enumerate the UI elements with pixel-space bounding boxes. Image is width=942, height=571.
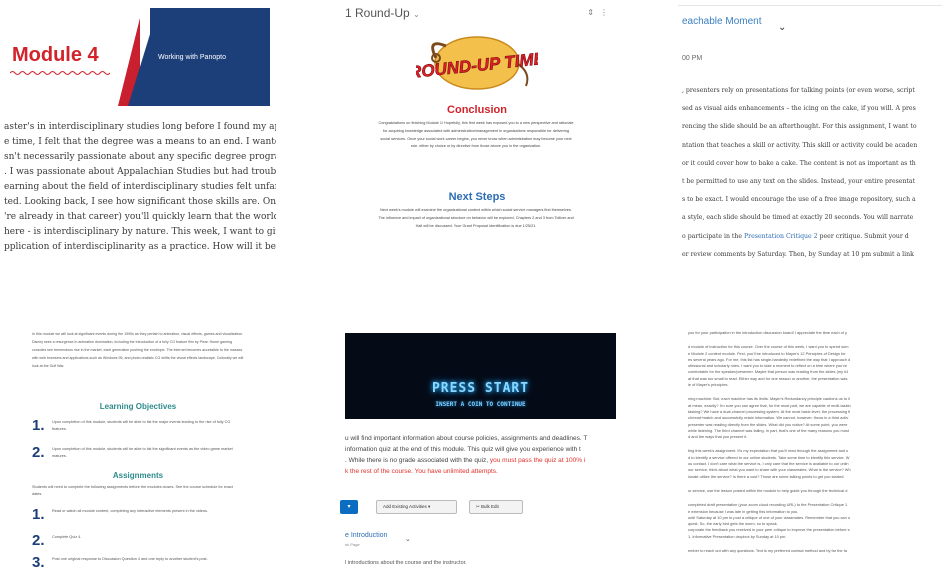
press-start-banner: PRESS START INSERT A COIN TO CONTINUE [345,333,616,419]
list-number: 2. [32,444,45,461]
text-line: ntation that teaches a skill or activity… [682,141,918,149]
instructions-body: you for your participation in the introd… [688,330,942,562]
text-line: or it could cover how to bake a cake. Th… [682,159,916,167]
chevron-down-icon[interactable]: ⌄ [405,535,411,543]
list-text: Read or watch all module content, comple… [52,509,208,513]
list-text: Post one original response to Discussion… [52,557,208,561]
text-line: 1. Informative Presentation dropbox by S… [688,533,787,539]
text-line: ionate utilize the service? Is there a c… [688,473,845,479]
text-line: a style, each slide should be timed at e… [682,214,914,222]
highlight-text: you must pass the quiz at 100% i [489,457,586,464]
teachable-moment-title[interactable]: eachable Moment [682,16,762,27]
text-line: le of Mayer's principles. [688,382,729,388]
text-line: , presenters rely on presentations for t… [682,87,915,94]
more-options-icon[interactable]: ⇕⋮ [587,8,614,17]
press-start-tile[interactable]: PRESS START INSERT A COIN TO CONTINUE u … [338,322,616,571]
text-line: t be permitted to use any text on the sl… [682,178,916,186]
press-start-title: PRESS START [431,381,530,396]
list-text: Complete Quiz 4. [52,535,82,539]
text-line: ur service, use the lesson posted within… [688,487,848,493]
paragraph: completed draft presentation (your zoom … [688,502,942,540]
text-line-part: . While there is no grade associated wit… [345,457,490,464]
text-line: 're already in that career) you'll quick… [4,212,276,222]
new-menu-button[interactable]: ▾ [340,500,358,514]
teachable-moment-body: , presenters rely on presentations for t… [682,82,942,258]
course-info-text: u will find important information about … [345,433,616,477]
next-steps-heading: Next Steps [448,191,506,203]
paragraph: ning machine. But, each machine has its … [688,396,942,440]
list-number: 3. [32,554,45,571]
round-up-tile[interactable]: 1 Round-Up ⌄ ⇕⋮ ROUND-UP TIME Conclusion… [338,0,616,258]
text-line: here - is interdisciplinary by nature. T… [4,227,276,237]
list-number: 1. [32,417,45,434]
teachable-moment-tile[interactable]: eachable Moment ⌄ 00 PM , presenters rel… [678,0,942,258]
bulk-edit-button[interactable]: ✂ Bulk Edit [469,500,523,514]
next-steps-text: Next week's module will examine the orga… [378,208,574,228]
item-type-label: nk Page [345,542,360,547]
text-line: e time, I felt that the degree was a mea… [4,137,276,147]
list-text: Upon completion of this module, students… [52,420,231,432]
conclusion-text: Congratulations on finishing Module 1! H… [378,121,574,149]
text-line: er review comments by Saturday. Then, by… [682,250,914,258]
learning-objectives-tile[interactable]: In this module we will look at significa… [0,322,276,571]
text-line: aster's in interdisciplinary studies lon… [4,122,276,132]
paragraph: you for your participation in the introd… [688,330,942,336]
text-line: rencing the slide should be an afterthou… [682,123,917,131]
post-time: 00 PM [682,55,703,62]
chevron-down-icon[interactable]: ⌄ [778,22,786,33]
banner-caption: Working with Panopto [158,54,226,61]
conclusion-heading: Conclusion [447,104,507,116]
text-line: you for your participation in the introd… [688,330,847,335]
paragraph: d module of instruction for this course.… [688,344,942,388]
list-text: Upon completion of this module, students… [52,447,233,459]
text-line: pplication of interdisciplinarity as a p… [4,242,276,252]
text-line: o participate in the Presentation Critiq… [682,232,909,240]
text-line: ember to reach out with any questions. T… [688,548,847,554]
round-up-time-logo: ROUND-UP TIME [416,36,538,90]
text-line: . I was passionate about Appalachian Stu… [4,167,276,177]
text-line: information quiz at the end of this modu… [345,446,581,453]
text-line: s to be exact. I would encourage the use… [682,196,916,204]
assignments-intro: Students will need to complete the follo… [32,485,233,497]
list-number: 2. [32,532,45,549]
add-existing-activities-button[interactable]: Add Existing Activities ▾ [376,500,457,514]
presentation-critique-link[interactable]: Presentation Critique 2 [744,233,818,240]
paragraph: ember to reach out with any questions. T… [688,548,942,554]
module-intro-text: In this module we will look at significa… [32,332,244,368]
module-description: aster's in interdisciplinary studies lon… [4,120,276,255]
course-introduction-link[interactable]: e Introduction [345,532,387,539]
chevron-down-icon: ⌄ [413,10,420,19]
text-line: earning about the field of interdiscipli… [4,182,276,192]
round-up-header[interactable]: 1 Round-Up ⌄ [345,6,420,20]
module-title: Module 4 [12,44,99,66]
learning-objectives-heading: Learning Objectives [99,402,177,411]
text-line: . While there is no grade associated wit… [345,455,616,466]
press-start-subtitle: INSERT A COIN TO CONTINUE [435,401,526,408]
text-line: u will find important information about … [345,435,588,442]
assignments-heading: Assignments [112,471,164,480]
presentation-instructions-tile[interactable]: you for your participation in the introd… [678,322,942,571]
paragraph: ting this week's assignment. It's my exp… [688,448,942,479]
text-line: sn't necessarily passionate about any sp… [4,152,276,162]
highlight-text: k the rest of the course. You have unlim… [345,468,498,475]
text-line: d and the ways that you present it. [688,434,748,440]
module-4-tile[interactable]: Module 4 Working with Panopto aster's in… [0,0,276,258]
text-line: sed as visual aids enhancements – the ic… [682,105,916,113]
squiggle-underline-icon [10,71,110,75]
divider [678,0,942,6]
text-line: ted. Looking back, I see how significant… [4,197,276,207]
list-number: 1. [32,506,45,523]
paragraph: ur service, use the lesson posted within… [688,488,942,494]
section-description: l introductions about the course and the… [345,560,467,566]
